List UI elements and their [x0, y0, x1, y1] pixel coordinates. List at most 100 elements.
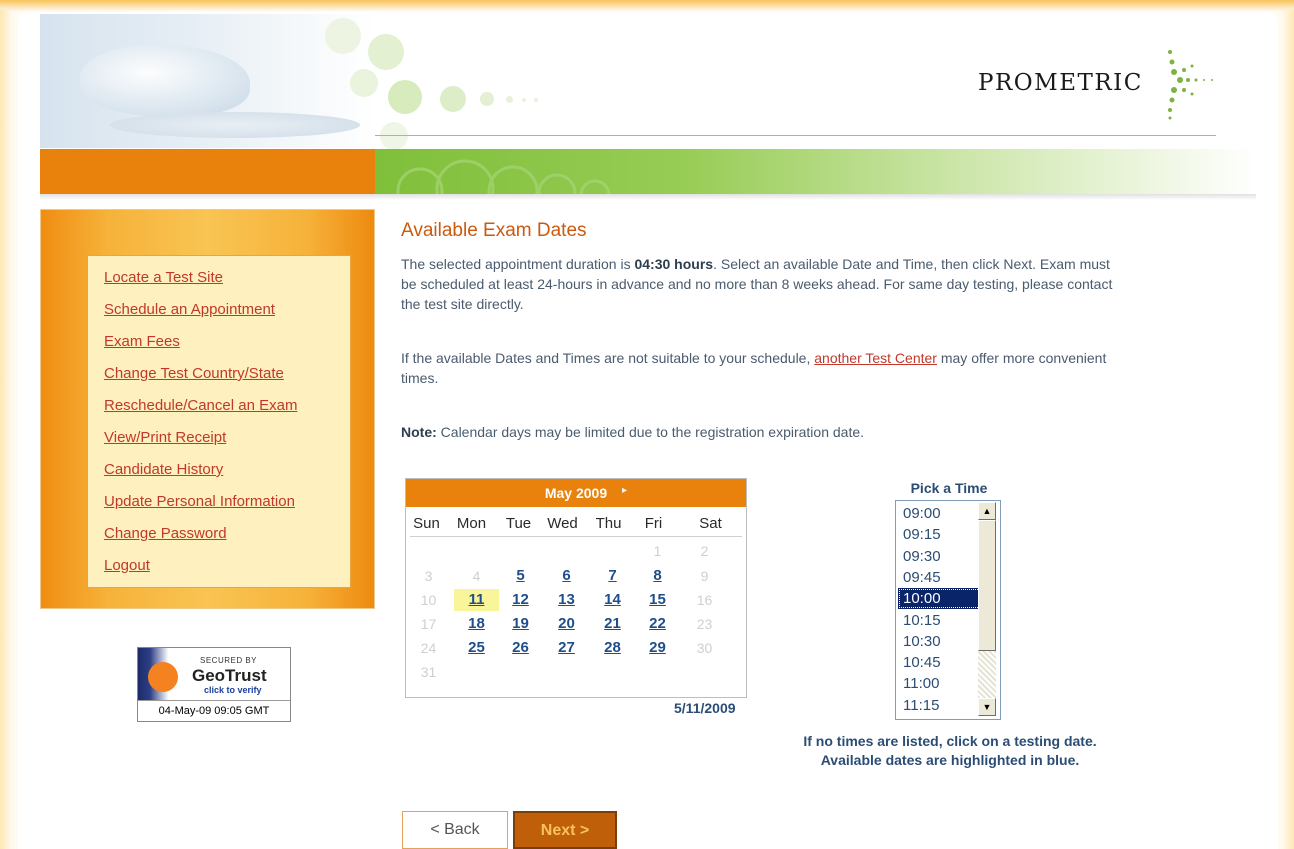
- alternate-text-a: If the available Dates and Times are not…: [401, 350, 815, 366]
- calendar-dow: Sun: [413, 515, 440, 532]
- next-month-icon[interactable]: ▸: [622, 485, 627, 496]
- calendar-day-available[interactable]: 27: [544, 637, 589, 659]
- calendar-month-label: May 2009: [544, 485, 608, 501]
- calendar-day-unavailable: 9: [700, 568, 709, 584]
- appointment-duration: 04:30 hours: [634, 256, 714, 272]
- time-option[interactable]: 10:15: [898, 610, 981, 631]
- next-button[interactable]: Next >: [513, 811, 617, 849]
- intro-text: The selected appointment duration is 04:…: [401, 254, 1121, 314]
- calendar-day-available[interactable]: 26: [498, 637, 543, 659]
- scroll-up-icon[interactable]: ▲: [978, 502, 996, 520]
- time-option[interactable]: 09:15: [898, 524, 981, 545]
- sidebar-link-view-print-receipt[interactable]: View/Print Receipt: [104, 429, 226, 446]
- calendar-day-available[interactable]: 6: [544, 565, 589, 587]
- time-option[interactable]: 09:00: [898, 503, 981, 524]
- time-option[interactable]: 10:45: [898, 652, 981, 673]
- calendar-day-unavailable: 4: [472, 568, 481, 584]
- sidebar-link-exam-fees[interactable]: Exam Fees: [104, 333, 180, 350]
- calendar-day-unavailable: 10: [420, 592, 437, 608]
- top-glow: [0, 0, 1294, 12]
- calendar-dow: Sat: [699, 515, 722, 532]
- keyboard-image: [110, 112, 360, 138]
- calendar-dow: Mon: [456, 515, 487, 532]
- back-button[interactable]: < Back: [402, 811, 508, 849]
- calendar-day-unavailable: 1: [653, 543, 662, 559]
- geotrust-secured-by: SECURED BY: [200, 656, 258, 665]
- note-body: Calendar days may be limited due to the …: [436, 424, 865, 440]
- calendar: May 2009 ▸ Sun Mon Tue Wed Thu Fri Sat 1234567…: [405, 478, 747, 698]
- decor-dot: [350, 69, 378, 97]
- sidebar: Locate a Test Site Schedule an Appointme…: [40, 209, 375, 609]
- calendar-divider: [410, 536, 742, 537]
- calendar-dow: Fri: [644, 515, 663, 532]
- time-option[interactable]: 09:45: [898, 567, 981, 588]
- green-bar: [375, 149, 1256, 194]
- time-option[interactable]: 10:30: [898, 631, 981, 652]
- alternate-center-text: If the available Dates and Times are not…: [401, 348, 1121, 388]
- calendar-day-unavailable: 31: [420, 664, 437, 680]
- calendar-day-available[interactable]: 20: [544, 613, 589, 635]
- calendar-day-available[interactable]: 18: [454, 613, 499, 635]
- decor-dot: [522, 98, 526, 102]
- calendar-day-available[interactable]: 11: [454, 589, 499, 611]
- calendar-day-unavailable: 2: [700, 543, 709, 559]
- calendar-day-available[interactable]: 13: [544, 589, 589, 611]
- time-scrollbar[interactable]: ▲ ▼: [978, 502, 996, 716]
- note-text: Note: Calendar days may be limited due t…: [401, 422, 1121, 442]
- hand-image: [80, 44, 250, 116]
- sidebar-link-change-password[interactable]: Change Password: [104, 525, 227, 542]
- calendar-day-available[interactable]: 28: [590, 637, 635, 659]
- calendar-day-available[interactable]: 21: [590, 613, 635, 635]
- hint-line-2: Available dates are highlighted in blue.: [820, 752, 1080, 768]
- geotrust-logo-icon: [148, 662, 178, 692]
- decor-dot: [506, 96, 513, 103]
- selected-date: 5/11/2009: [674, 700, 736, 716]
- scroll-down-icon[interactable]: ▼: [978, 698, 996, 716]
- calendar-day-available[interactable]: 14: [590, 589, 635, 611]
- page-title: Available Exam Dates: [401, 220, 587, 241]
- decor-dot: [480, 92, 494, 106]
- time-option[interactable]: 09:30: [898, 546, 981, 567]
- calendar-day-unavailable: 23: [696, 616, 713, 632]
- pick-time-label: Pick a Time: [910, 480, 988, 496]
- calendar-day-unavailable: 24: [420, 640, 437, 656]
- calendar-day-unavailable: 16: [696, 592, 713, 608]
- calendar-day-available[interactable]: 19: [498, 613, 543, 635]
- sidebar-link-reschedule-cancel[interactable]: Reschedule/Cancel an Exam: [104, 397, 297, 414]
- calendar-day-unavailable: 17: [420, 616, 437, 632]
- sidebar-link-change-country-state[interactable]: Change Test Country/State: [104, 365, 284, 382]
- time-option[interactable]: 11:00: [898, 673, 981, 694]
- decor-dot: [325, 18, 361, 54]
- another-test-center-link[interactable]: another Test Center: [814, 350, 937, 366]
- sidebar-link-update-personal-info[interactable]: Update Personal Information: [104, 493, 295, 510]
- time-option[interactable]: 10:00: [898, 588, 981, 610]
- calendar-day-unavailable: 3: [424, 568, 433, 584]
- calendar-day-available[interactable]: 22: [635, 613, 680, 635]
- calendar-dow: Tue: [505, 515, 532, 532]
- calendar-day-available[interactable]: 8: [635, 565, 680, 587]
- sidebar-menu: Locate a Test Site Schedule an Appointme…: [87, 255, 351, 588]
- decor-dot: [440, 86, 466, 112]
- prometric-logo: PROMETRIC: [978, 70, 1143, 96]
- calendar-day-available[interactable]: 7: [590, 565, 635, 587]
- calendar-day-available[interactable]: 29: [635, 637, 680, 659]
- calendar-dow: Thu: [595, 515, 622, 532]
- intro-text-a: The selected appointment duration is: [401, 256, 635, 272]
- calendar-day-available[interactable]: 15: [635, 589, 680, 611]
- decor-circles: [396, 159, 611, 194]
- geotrust-verify: click to verify: [204, 685, 262, 695]
- time-listbox[interactable]: 09:00 09:15 09:30 09:45 10:00 10:15 10:30 10:45…: [895, 500, 1001, 720]
- sidebar-link-schedule-appointment[interactable]: Schedule an Appointment: [104, 301, 275, 318]
- sidebar-link-candidate-history[interactable]: Candidate History: [104, 461, 223, 478]
- calendar-day-available[interactable]: 12: [498, 589, 543, 611]
- time-option[interactable]: 11:15: [898, 695, 981, 716]
- calendar-day-available[interactable]: 5: [498, 565, 543, 587]
- sidebar-link-logout[interactable]: Logout: [104, 557, 150, 574]
- scroll-track[interactable]: [978, 651, 996, 698]
- calendar-day-available[interactable]: 25: [454, 637, 499, 659]
- geotrust-timestamp: 04-May-09 09:05 GMT: [138, 700, 290, 721]
- sidebar-link-locate-test-site[interactable]: Locate a Test Site: [104, 269, 223, 286]
- geotrust-seal[interactable]: SECURED BY GeoTrust click to verify 04-M…: [137, 647, 291, 722]
- decor-dot: [368, 34, 404, 70]
- scroll-thumb[interactable]: [978, 520, 996, 651]
